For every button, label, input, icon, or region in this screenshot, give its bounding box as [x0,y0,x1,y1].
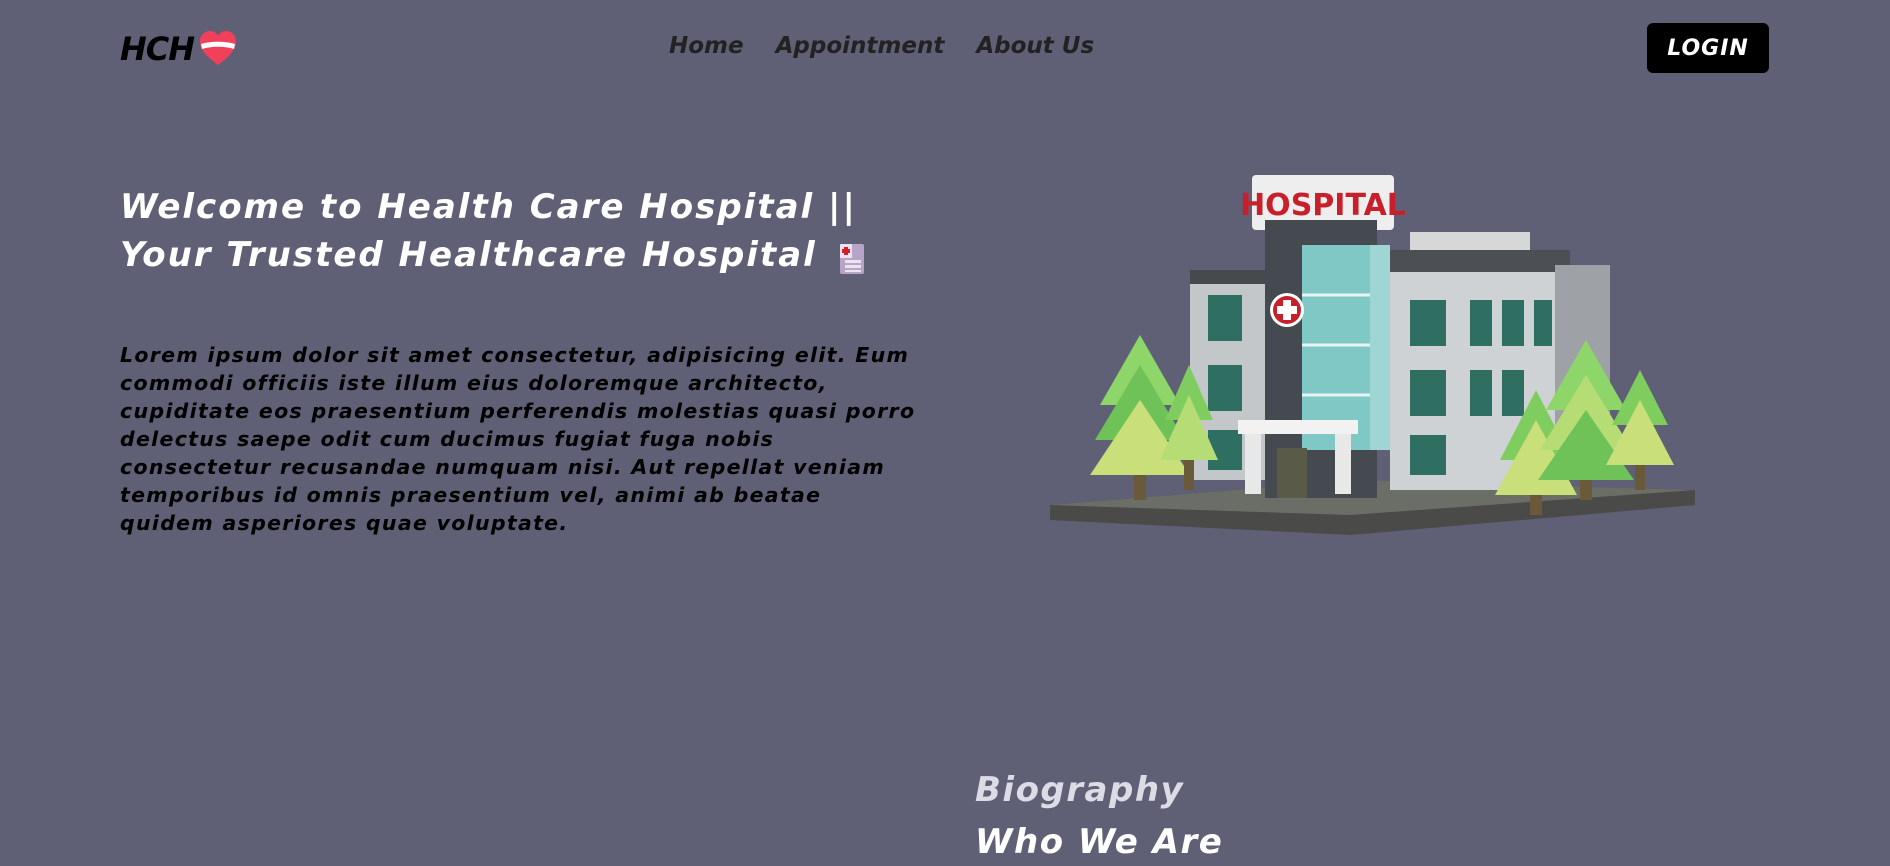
biography-label: Biography [975,770,1185,810]
nav-link-about-us[interactable]: About Us [976,33,1094,59]
login-button[interactable]: LOGIN [1647,23,1769,73]
nav-link-appointment[interactable]: Appointment [776,33,945,59]
nav-links: Home Appointment About Us [669,33,1094,59]
hero-title-text: Welcome to Health Care Hospital || Your … [120,187,857,275]
hero-description: Lorem ipsum dolor sit amet consectetur, … [120,343,916,535]
heart-icon [200,31,237,65]
hospital-building-illustration: HOSPITAL [1050,175,1695,535]
hospital-icon [839,243,864,274]
nav-link-home[interactable]: Home [669,33,744,59]
logo-text: HCH [120,30,195,68]
navbar: HCH Home Appointment About Us LOGIN [0,0,1890,100]
hero-title: Welcome to Health Care Hospital || Your … [120,183,900,279]
logo[interactable]: HCH [120,30,238,68]
who-we-are-title: Who We Are [975,822,1224,862]
hospital-sign-text: HOSPITAL [1240,188,1406,223]
